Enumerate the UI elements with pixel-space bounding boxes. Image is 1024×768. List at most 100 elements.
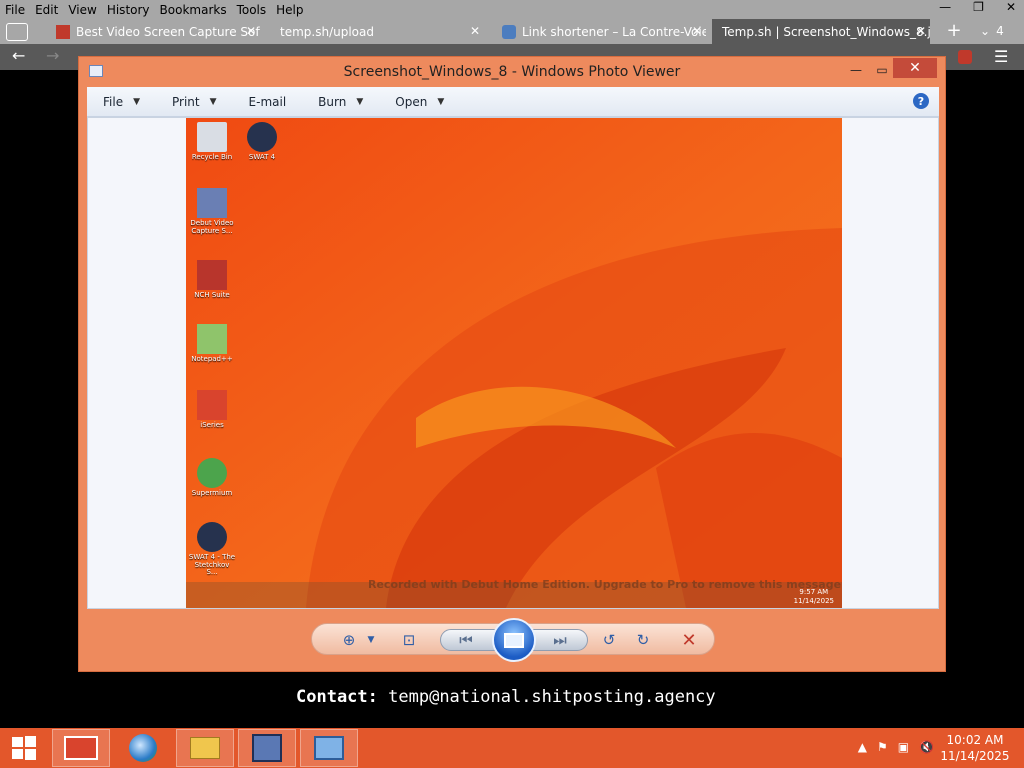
taskbar-iseries[interactable] (52, 729, 110, 767)
delete-icon[interactable]: ✕ (678, 630, 700, 651)
nch-icon (197, 260, 227, 290)
slideshow-icon (504, 632, 524, 648)
menu-file[interactable]: File (0, 3, 30, 17)
close-button[interactable]: ✕ (893, 58, 937, 78)
supermium-icon (197, 458, 227, 488)
desktop-icon-swat4-stetchkov[interactable]: SWAT 4 - The Stetchkov S... (188, 522, 236, 577)
previous-icon[interactable]: ⏮ (455, 630, 477, 650)
desktop-icon-label: Debut Video Capture S... (190, 219, 234, 235)
supermium-icon (129, 734, 157, 762)
taskbar-file-explorer[interactable] (176, 729, 234, 767)
contact-email: temp@national.shitposting.agency (388, 687, 716, 707)
ublock-icon[interactable] (958, 50, 972, 64)
tab-overview-icon[interactable] (6, 23, 28, 41)
clock-time: 10:02 AM (946, 733, 1004, 747)
taskbar-debut[interactable] (238, 729, 296, 767)
menu-open[interactable]: Open ▼ (379, 95, 460, 109)
zoom-dropdown-icon[interactable]: ▼ (360, 630, 382, 650)
debut-icon (252, 734, 282, 762)
tab-list-button[interactable]: ⌄ 4 (980, 22, 1016, 40)
maximize-icon[interactable]: ▭ (869, 61, 895, 79)
menu-view[interactable]: View (63, 3, 101, 17)
chevron-down-icon: ⌄ (980, 24, 991, 38)
menu-help[interactable]: Help (271, 3, 308, 17)
menu-label: Burn (318, 94, 347, 109)
contact-line: Contact: temp@national.shitposting.agenc… (296, 687, 716, 707)
rotate-right-icon[interactable]: ↻ (632, 630, 654, 650)
new-tab-icon[interactable]: + (944, 22, 964, 40)
hamburger-menu-icon[interactable]: ☰ (994, 47, 1008, 66)
desktop-icon-debut[interactable]: Debut Video Capture S... (188, 188, 236, 235)
iseries-icon (197, 390, 227, 420)
desktop-icon-label: iSeries (200, 421, 224, 429)
slideshow-button[interactable] (492, 618, 536, 662)
zoom-icon[interactable]: ⊕ (338, 630, 360, 650)
menu-label: Open (395, 94, 428, 109)
swat-icon (247, 122, 277, 152)
nch-icon (56, 24, 70, 39)
screen: File Edit View History Bookmarks Tools H… (0, 0, 1024, 768)
close-icon[interactable]: ✕ (1006, 0, 1016, 14)
swat-icon (197, 522, 227, 552)
close-tab-icon[interactable]: ✕ (246, 24, 256, 38)
menu-history[interactable]: History (102, 3, 155, 17)
iseries-icon (64, 736, 98, 760)
debut-icon (197, 188, 227, 218)
close-tab-icon[interactable]: ✕ (692, 24, 702, 38)
close-tab-icon[interactable]: ✕ (916, 24, 926, 38)
folder-icon (190, 737, 220, 759)
desktop-icon-nch[interactable]: NCH Suite (188, 260, 236, 300)
tab-3[interactable]: Link shortener – La Contre-Voie ✕ (496, 19, 706, 44)
start-button[interactable] (0, 728, 48, 768)
help-icon[interactable]: ? (913, 93, 929, 109)
windows-logo-icon (12, 736, 36, 760)
minimize-icon[interactable]: — (939, 0, 951, 14)
volume-muted-icon[interactable]: 🔇 (919, 740, 934, 754)
desktop-icon-iseries[interactable]: iSeries (188, 390, 236, 430)
menu-label: File (103, 94, 124, 109)
displayed-screenshot: Recycle Bin SWAT 4 Debut Video Capture S… (186, 118, 842, 608)
action-center-icon[interactable]: ⚑ (877, 740, 888, 754)
contact-label: Contact: (296, 687, 378, 707)
desktop-icon-swat4[interactable]: SWAT 4 (238, 122, 286, 162)
next-icon[interactable]: ⏭ (549, 630, 571, 650)
tab-2[interactable]: temp.sh/upload ✕ (262, 19, 484, 44)
browser-tabstrip: Best Video Screen Capture Softw ✕ temp.s… (0, 19, 1024, 44)
recycle-bin-icon (197, 122, 227, 152)
menu-print[interactable]: Print ▼ (156, 95, 233, 109)
tab-4[interactable]: Temp.sh | Screenshot_Windows_8.jp ✕ (712, 19, 930, 44)
minimize-icon[interactable]: — (843, 61, 869, 79)
desktop-icon-recycle-bin[interactable]: Recycle Bin (188, 122, 236, 162)
desktop-icon-notepad[interactable]: Notepad++ (188, 324, 236, 364)
rotate-left-icon[interactable]: ↺ (598, 630, 620, 650)
restore-icon[interactable]: ❐ (973, 0, 984, 14)
forward-icon[interactable]: → (46, 46, 59, 65)
caret-down-icon: ▼ (356, 96, 364, 107)
network-icon[interactable]: ▣ (898, 740, 909, 754)
tab-label: Best Video Screen Capture Softw (76, 24, 260, 39)
actual-size-icon[interactable]: ⊡ (398, 630, 420, 650)
desktop-icon-supermium[interactable]: Supermium (188, 458, 236, 498)
back-icon[interactable]: ← (12, 46, 25, 65)
menu-email[interactable]: E-mail (233, 95, 303, 109)
clock-date: 11/14/2025 (940, 749, 1010, 763)
taskbar-photo-viewer[interactable] (300, 729, 358, 767)
tab-label: Temp.sh | Screenshot_Windows_8.jp (722, 24, 930, 39)
orange-wallpaper (186, 118, 842, 608)
taskbar-supermium[interactable] (114, 729, 172, 767)
menu-tools[interactable]: Tools (232, 3, 272, 17)
chevron-up-icon[interactable]: ▲ (858, 740, 867, 754)
tab-1[interactable]: Best Video Screen Capture Softw ✕ (50, 19, 260, 44)
captured-clock: 9:57 AM 11/14/2025 (794, 588, 834, 606)
close-tab-icon[interactable]: ✕ (470, 24, 480, 38)
photo-viewer-window: Screenshot_Windows_8 - Windows Photo Vie… (78, 56, 946, 672)
menu-bookmarks[interactable]: Bookmarks (155, 3, 232, 17)
image-canvas: Recycle Bin SWAT 4 Debut Video Capture S… (87, 117, 939, 609)
menu-edit[interactable]: Edit (30, 3, 63, 17)
menu-file[interactable]: File ▼ (87, 95, 156, 109)
caret-down-icon: ▼ (437, 96, 445, 107)
desktop-icon-label: Notepad++ (191, 355, 233, 363)
taskbar-clock[interactable]: 10:02 AM 11/14/2025 (940, 732, 1010, 764)
link-icon (502, 24, 516, 39)
menu-burn[interactable]: Burn ▼ (302, 95, 379, 109)
